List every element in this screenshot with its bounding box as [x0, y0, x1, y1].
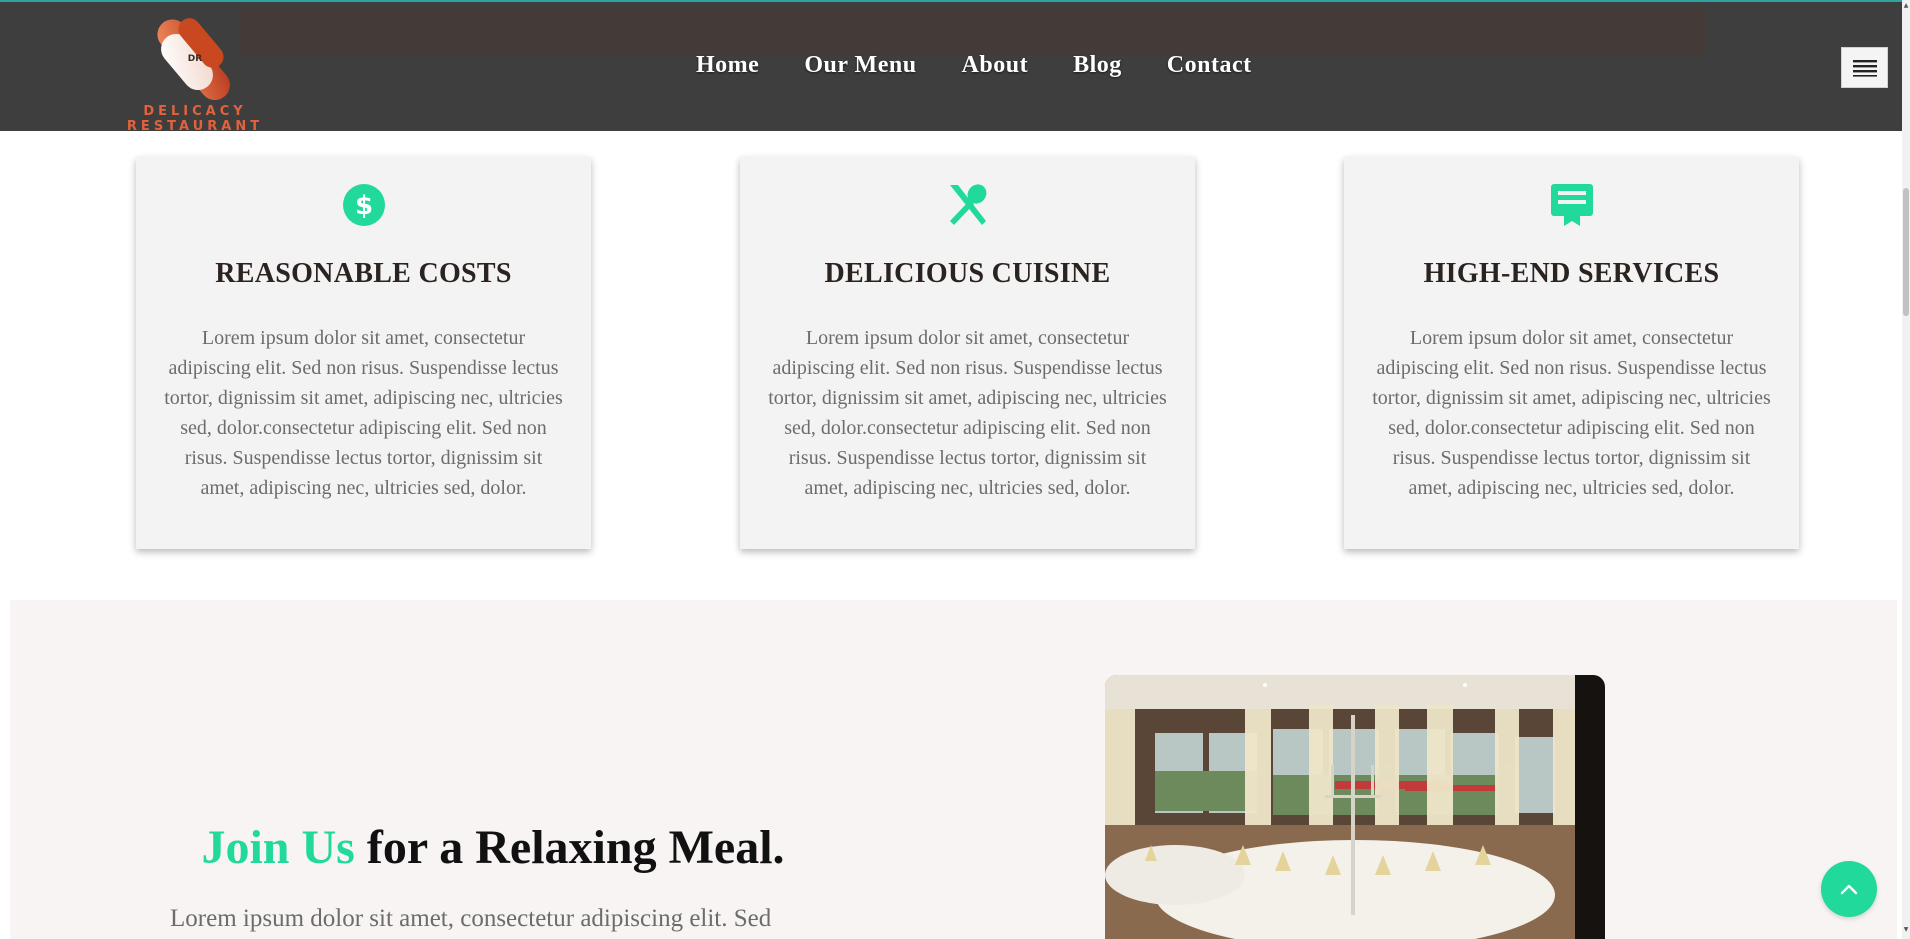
main-nav: Home Our Menu About Blog Contact: [696, 52, 1252, 79]
page-scrollbar[interactable]: ▲ ▼: [1902, 0, 1910, 939]
join-section: Join Us for a Relaxing Meal. Lorem ipsum…: [10, 600, 1897, 939]
chevron-up-icon: [1840, 884, 1858, 895]
logo-mark-icon: DR: [157, 18, 230, 101]
feature-text: Lorem ipsum dolor sit amet, consectetur …: [1372, 327, 1771, 499]
svg-text:DR: DR: [188, 54, 202, 64]
nav-home[interactable]: Home: [696, 52, 759, 79]
scroll-up-arrow-icon[interactable]: ▲: [1902, 2, 1910, 12]
nav-contact[interactable]: Contact: [1167, 52, 1252, 79]
dining-room-illustration: [1105, 675, 1605, 939]
nav-our-menu[interactable]: Our Menu: [804, 52, 916, 79]
nav-about[interactable]: About: [962, 52, 1029, 79]
feature-text: Lorem ipsum dolor sit amet, consectetur …: [164, 327, 563, 499]
service-bell-icon: [1550, 184, 1593, 226]
brand-logo[interactable]: DR DELICACY RESTAURANT: [78, 16, 318, 134]
feature-title: REASONABLE COSTS: [215, 258, 512, 289]
utensils-icon: [949, 184, 986, 225]
menu-toggle-button[interactable]: [1841, 47, 1888, 88]
feature-title: DELICIOUS CUISINE: [824, 258, 1111, 289]
feature-title: HIGH-END SERVICES: [1423, 258, 1720, 289]
restaurant-dining-room-image: [1105, 675, 1605, 939]
join-heading: Join Us for a Relaxing Meal.: [10, 820, 976, 875]
nav-blog[interactable]: Blog: [1073, 52, 1122, 79]
feature-card-reasonable-costs: $ REASONABLE COSTS Lorem ipsum dolor sit…: [136, 157, 591, 549]
join-text: Lorem ipsum dolor sit amet, consectetur …: [170, 905, 772, 932]
feature-card-high-end-services: HIGH-END SERVICES Lorem ipsum dolor sit …: [1344, 157, 1799, 549]
scroll-down-arrow-icon[interactable]: ▼: [1902, 926, 1910, 936]
feature-card-delicious-cuisine: DELICIOUS CUISINE Lorem ipsum dolor sit …: [740, 157, 1195, 549]
header-overlay-strip: [240, 8, 1705, 56]
brand-name: DELICACY RESTAURANT: [126, 104, 264, 134]
scrollbar-thumb[interactable]: [1903, 188, 1909, 316]
feature-text: Lorem ipsum dolor sit amet, consectetur …: [768, 327, 1167, 499]
join-heading-rest: for a Relaxing Meal.: [354, 821, 785, 874]
join-heading-accent: Join Us: [201, 821, 355, 874]
site-header: DR DELICACY RESTAURANT Home Our Menu Abo…: [0, 2, 1902, 134]
back-to-top-button[interactable]: [1821, 861, 1877, 917]
svg-text:$: $: [354, 191, 372, 221]
dollar-circle-icon: $: [342, 184, 385, 226]
hamburger-menu-icon: [1852, 59, 1877, 77]
